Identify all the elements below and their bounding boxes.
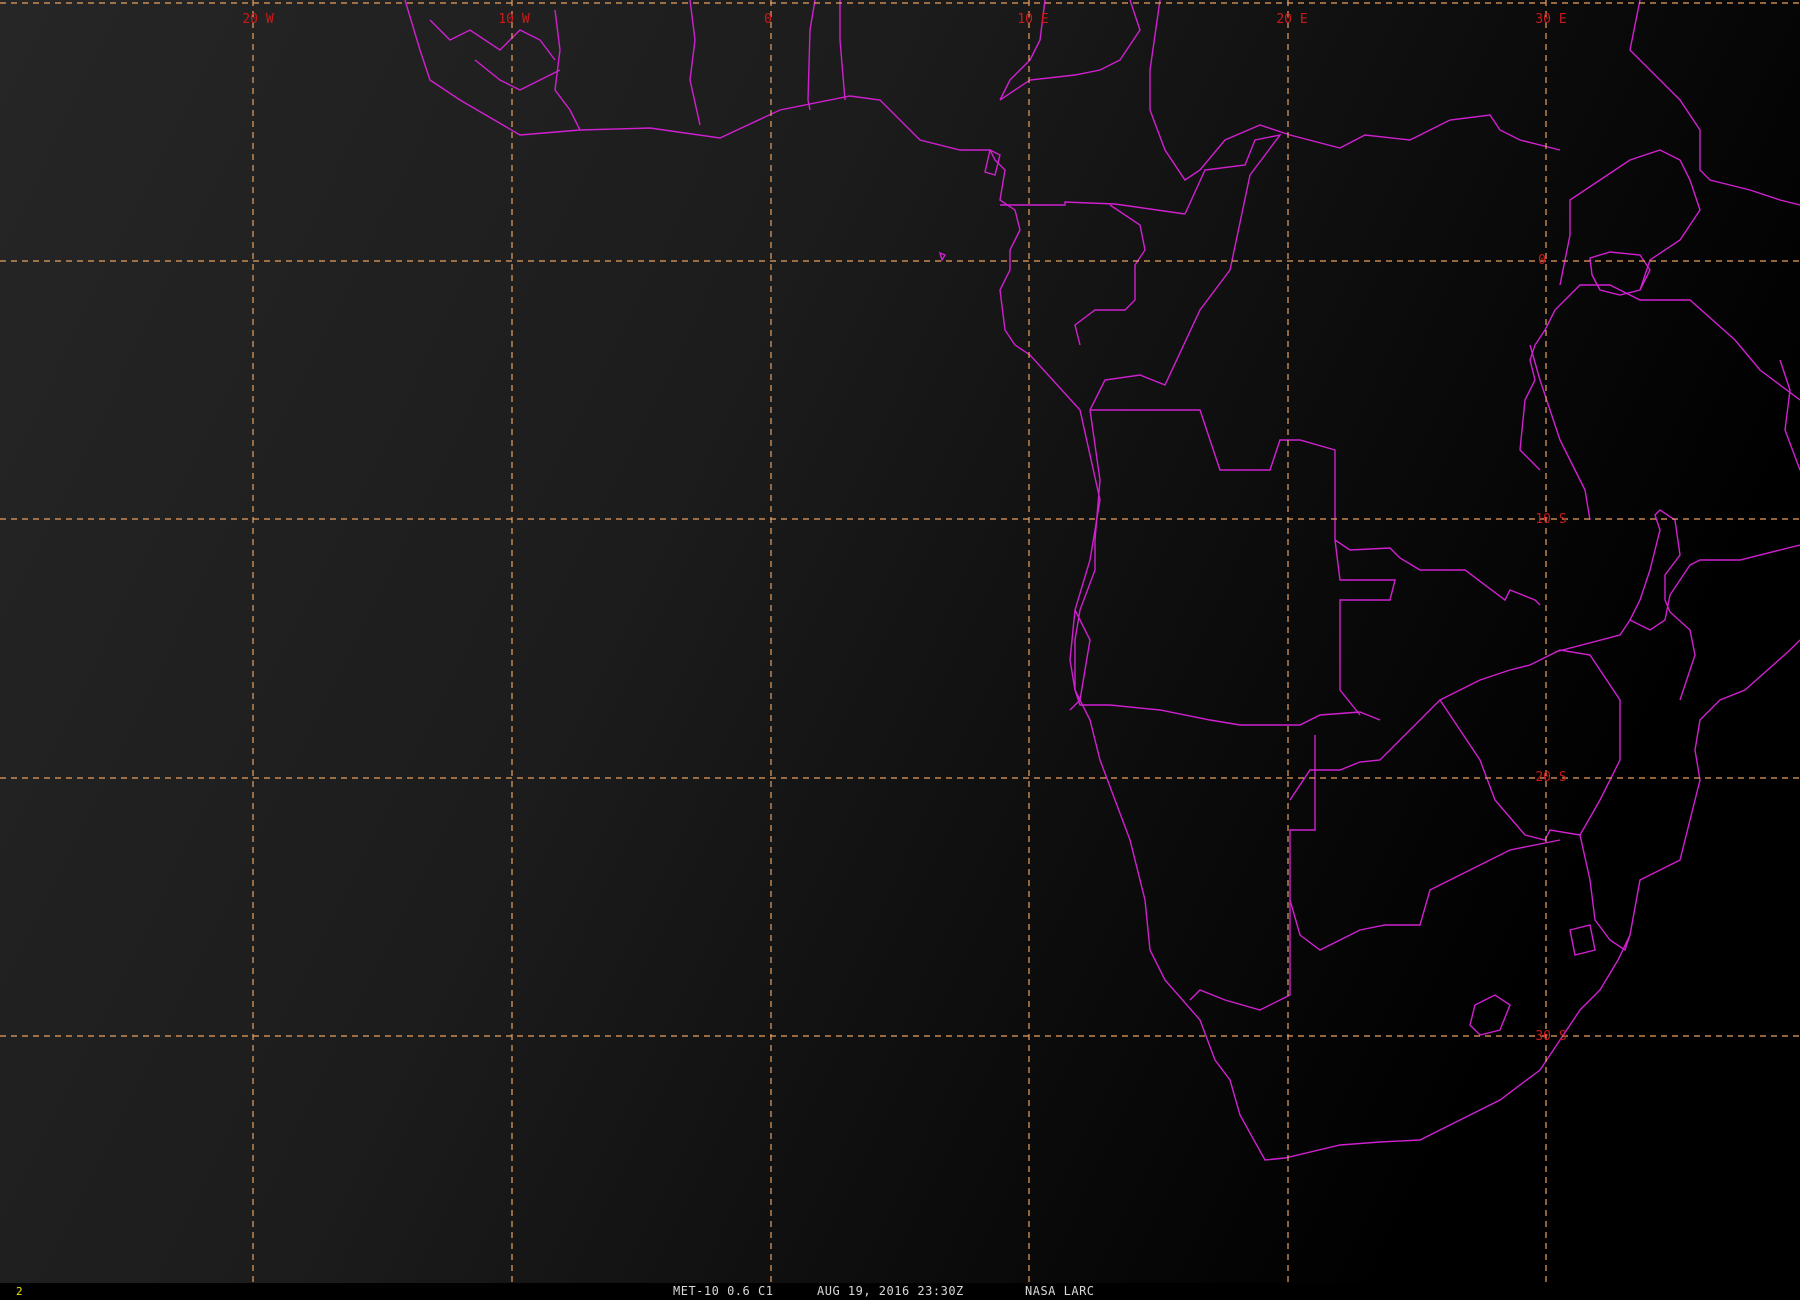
frame-number: 2 [16,1285,23,1298]
lat-label-0: 0 [1538,253,1546,268]
lon-label-20e: 20 E [1276,12,1307,27]
imagery-background [0,0,1800,1283]
lat-label-20s: 20 S [1535,770,1566,785]
lon-label-10w: 10 W [498,12,529,27]
lon-label-20w: 20 W [242,12,273,27]
satellite-band-label: MET-10 0.6 C1 [673,1284,774,1298]
lon-label-30e: 30 E [1535,12,1566,27]
satellite-map: 20 W 10 W 0 10 E 20 E 30 E 0 10 S 20 S 3… [0,0,1800,1283]
lat-label-30s: 30 S [1535,1029,1566,1044]
source-label: NASA LARC [1025,1284,1095,1298]
lat-label-10s: 10 S [1535,512,1566,527]
datetime-label: AUG 19, 2016 23:30Z [817,1284,964,1298]
lon-label-0: 0 [764,12,772,27]
lon-label-10e: 10 E [1017,12,1048,27]
